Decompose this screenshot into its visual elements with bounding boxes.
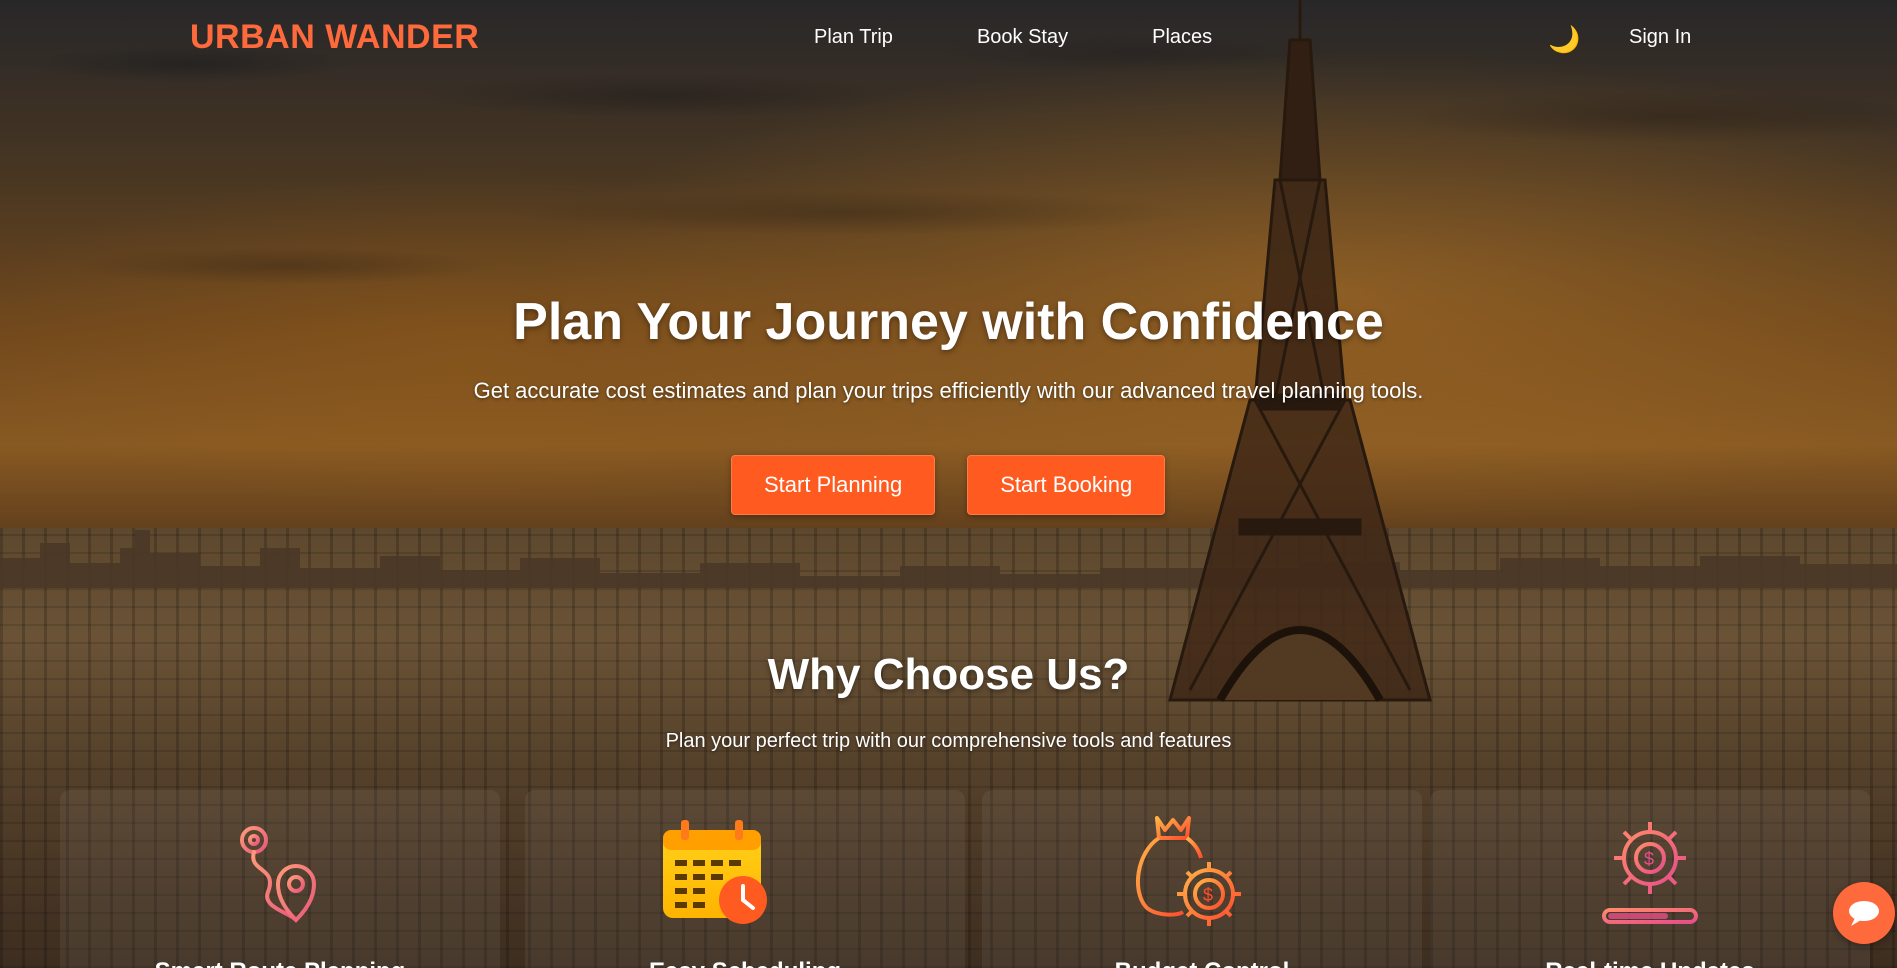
feature-label: Budget Control (982, 958, 1422, 968)
sign-in-link[interactable]: Sign In (1629, 26, 1691, 49)
feature-card-route[interactable]: Smart Route Planning (60, 790, 500, 968)
chat-bubble-icon (1849, 901, 1879, 926)
route-pin-icon (240, 826, 317, 923)
feature-card-budget[interactable]: $ Budget Control (982, 790, 1422, 968)
feature-cards: Smart Route Planning (0, 790, 1897, 968)
chat-button[interactable] (1833, 882, 1895, 944)
calendar-clock-icon (663, 820, 767, 924)
feature-label: Smart Route Planning (60, 958, 500, 968)
moon-icon[interactable]: 🌙 (1548, 26, 1580, 52)
hero-buttons: Start Planning Start Booking (731, 455, 1166, 515)
svg-text:$: $ (1644, 849, 1654, 869)
money-bag-gear-icon: $ (1135, 816, 1241, 926)
feature-card-scheduling[interactable]: Easy Scheduling (525, 790, 965, 968)
why-title: Why Choose Us? (767, 650, 1130, 699)
nav-link-places[interactable]: Places (1152, 26, 1212, 49)
nav-link-plan-trip[interactable]: Plan Trip (814, 26, 893, 49)
svg-text:$: $ (1203, 885, 1213, 905)
nav-link-book-stay[interactable]: Book Stay (977, 26, 1068, 49)
nav-links: Plan Trip Book Stay Places (814, 26, 1296, 49)
hero-subtitle: Get accurate cost estimates and plan you… (473, 378, 1424, 403)
why-subtitle: Plan your perfect trip with our comprehe… (665, 730, 1232, 752)
start-planning-button[interactable]: Start Planning (731, 455, 936, 515)
feature-card-updates[interactable]: $ Real-time Updates (1430, 790, 1870, 968)
brand-logo[interactable]: URBAN WANDER (190, 18, 479, 57)
hero-title: Plan Your Journey with Confidence (513, 293, 1384, 351)
gear-dollar-progress-icon: $ (1602, 822, 1698, 924)
feature-label: Real-time Updates (1430, 958, 1870, 968)
feature-label: Easy Scheduling (525, 958, 965, 968)
start-booking-button[interactable]: Start Booking (967, 455, 1166, 515)
top-navigation: URBAN WANDER Plan Trip Book Stay Places … (0, 0, 1897, 76)
